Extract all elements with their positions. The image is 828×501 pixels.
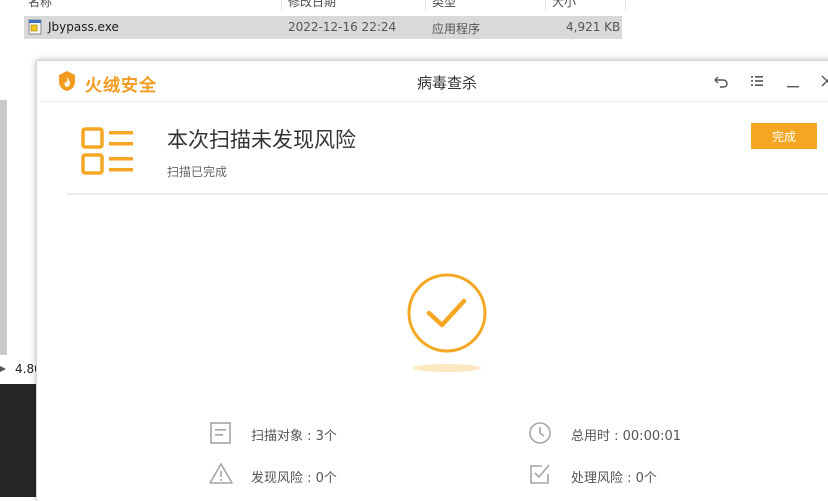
scan-object-icon (210, 422, 231, 444)
back-button[interactable] (710, 70, 732, 92)
file-type: 应用程序 (432, 22, 481, 36)
file-name: Jbypass.exe (48, 20, 119, 34)
minimize-button[interactable] (782, 70, 804, 92)
title-bar[interactable]: 火绒安全 病毒查杀 (37, 61, 828, 102)
scan-result-subtitle: 扫描已完成 (167, 165, 228, 179)
elapsed-time-stat: 总用时 : 00:00:01 (571, 429, 682, 444)
risks-found-stat: 发现风险 : 0个 (251, 471, 337, 486)
column-divider (281, 0, 282, 10)
close-icon (821, 75, 828, 87)
warning-icon (209, 463, 233, 484)
column-size[interactable]: 大小 (552, 0, 576, 10)
navigation-pane-scrollbar[interactable] (0, 100, 7, 355)
scan-report-icon (81, 127, 133, 175)
column-divider (425, 0, 426, 10)
column-divider (545, 0, 546, 10)
done-button[interactable]: 完成 (751, 123, 817, 149)
scan-result-title: 本次扫描未发现风险 (167, 128, 356, 152)
column-divider (625, 0, 626, 10)
column-name[interactable]: 名称 (28, 0, 52, 10)
clock-icon (529, 422, 551, 444)
checkbox-icon (530, 464, 550, 484)
column-type[interactable]: 类型 (432, 0, 456, 10)
file-row-selected[interactable]: Jbypass.exe 2022-12-16 22:24 应用程序 4,921 … (24, 16, 622, 39)
scanned-objects-stat: 扫描对象 : 3个 (251, 429, 337, 444)
file-size: 4,921 KB (566, 20, 621, 34)
menu-list-icon (751, 76, 763, 86)
exe-file-icon (28, 19, 42, 35)
minimize-icon (787, 86, 799, 88)
dark-background-panel (0, 384, 36, 497)
status-bar-marker-icon (0, 366, 6, 372)
undo-icon (714, 76, 728, 88)
huorong-scan-window: 火绒安全 病毒查杀 本次扫描未发现风险 扫描已完成 完成 扫描对象: 3个 总… (36, 60, 828, 501)
section-divider (67, 193, 828, 195)
close-button[interactable] (816, 70, 828, 92)
column-header: 名称 修改日期 类型 大小 (0, 0, 626, 10)
menu-button[interactable] (746, 70, 768, 92)
success-check-icon (407, 273, 487, 372)
file-modified: 2022-12-16 22:24 (288, 20, 397, 34)
column-modified[interactable]: 修改日期 (288, 0, 336, 10)
risks-handled-stat: 处理风险 : 0个 (571, 471, 657, 486)
